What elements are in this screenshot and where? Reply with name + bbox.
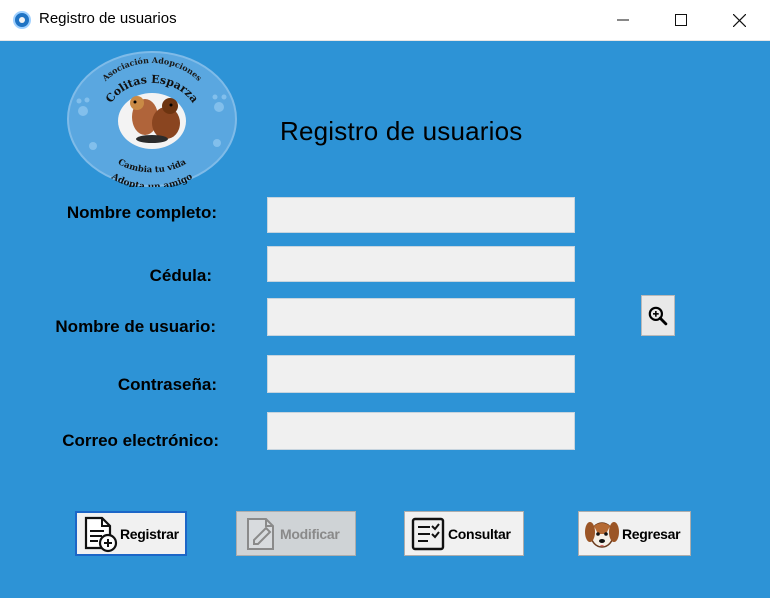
cedula-input[interactable] [267,246,575,282]
minimize-icon [617,19,629,21]
regresar-label: Regresar [622,525,681,542]
close-button[interactable] [710,0,768,40]
edit-document-icon [247,517,274,550]
nombre-completo-input[interactable] [267,197,575,233]
consultar-label: Consultar [448,525,511,542]
search-user-button[interactable] [641,295,675,336]
consultar-button[interactable]: Consultar [404,511,524,556]
add-document-icon [84,516,118,552]
contrasena-input[interactable] [267,355,575,393]
label-nombre-usuario: Nombre de usuario: [55,317,216,336]
window-titlebar: Registro de usuarios [0,0,770,41]
modificar-button[interactable]: Modificar [236,511,356,556]
label-contrasena: Contraseña: [117,375,217,394]
checklist-icon [411,517,445,550]
modificar-label: Modificar [280,525,340,542]
nombre-usuario-input[interactable] [267,298,575,336]
minimize-button[interactable] [594,0,652,40]
dog-face-icon [585,521,619,548]
registrar-label: Registrar [120,525,179,542]
registrar-button[interactable]: Registrar [75,511,187,556]
app-icon [13,11,31,29]
correo-input[interactable] [267,412,575,450]
regresar-button[interactable]: Regresar [578,511,691,556]
label-cedula: Cédula: [149,266,212,285]
maximize-button[interactable] [652,0,710,40]
maximize-icon [675,14,687,26]
form-client-area: Asociación Adopciones Colitas Esparza Ca… [0,41,770,598]
label-correo: Correo electrónico: [62,431,219,450]
label-nombre-completo: Nombre completo: [66,203,217,222]
zoom-in-icon [648,306,668,325]
association-logo: Asociación Adopciones Colitas Esparza Ca… [67,51,237,187]
close-icon [732,13,746,27]
window-title: Registro de usuarios [39,10,177,27]
form-heading: Registro de usuarios [280,116,523,146]
